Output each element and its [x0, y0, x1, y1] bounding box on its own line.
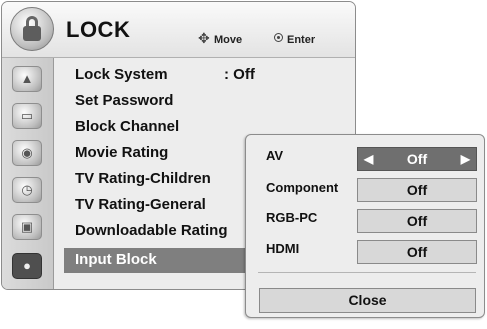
popup-label-rgb-pc: RGB-PC	[266, 210, 318, 225]
popup-label-hdmi: HDMI	[266, 241, 300, 256]
hdmi-value: Off	[406, 244, 428, 260]
component-value: Off	[406, 182, 428, 198]
input-block-popup: AV ◀ Off ▶ Component Off RGB-PC Off HDMI…	[245, 134, 485, 318]
popup-label-component: Component	[266, 180, 339, 195]
lock-system-value: : Off	[224, 66, 255, 83]
move-arrows-icon: ✥	[198, 30, 210, 46]
av-value: Off	[406, 151, 428, 167]
hint-move: Move	[214, 34, 243, 46]
hint-enter: Enter	[287, 34, 316, 46]
menu-item-set-password[interactable]: Set Password	[75, 92, 173, 109]
menu-item-tv-rating-children[interactable]: TV Rating-Children	[75, 170, 211, 187]
menu-header: LOCK ✥ Move Enter	[2, 2, 355, 58]
option-icon[interactable]: ▣	[12, 214, 42, 240]
arrow-left-icon[interactable]: ◀	[364, 148, 373, 170]
component-value-selector[interactable]: Off	[357, 178, 477, 202]
menu-item-input-block[interactable]: Input Block	[75, 251, 157, 268]
category-sidebar: ▲ ▭ ◉ ◷ ▣ ●	[2, 58, 54, 289]
menu-item-tv-rating-general[interactable]: TV Rating-General	[75, 196, 206, 213]
arrow-right-icon[interactable]: ▶	[461, 148, 470, 170]
audio-icon[interactable]: ◉	[12, 140, 42, 166]
screen-icon[interactable]: ▭	[12, 103, 42, 129]
menu-item-lock-system[interactable]: Lock System	[75, 66, 168, 83]
menu-item-block-channel[interactable]: Block Channel	[75, 118, 179, 135]
lock-category-icon[interactable]: ●	[12, 253, 42, 279]
menu-item-movie-rating[interactable]: Movie Rating	[75, 144, 168, 161]
lock-icon	[10, 7, 54, 51]
av-value-selector[interactable]: ◀ Off ▶	[357, 147, 477, 171]
time-icon[interactable]: ◷	[12, 177, 42, 203]
menu-title: LOCK	[66, 17, 131, 42]
menu-item-downloadable-rating[interactable]: Downloadable Rating	[75, 222, 228, 239]
enter-icon	[274, 33, 283, 42]
popup-divider	[258, 272, 476, 273]
popup-label-av: AV	[266, 148, 284, 163]
picture-icon[interactable]: ▲	[12, 66, 42, 92]
rgb-pc-value: Off	[406, 213, 428, 229]
rgb-pc-value-selector[interactable]: Off	[357, 209, 477, 233]
hdmi-value-selector[interactable]: Off	[357, 240, 477, 264]
close-button[interactable]: Close	[259, 288, 476, 313]
